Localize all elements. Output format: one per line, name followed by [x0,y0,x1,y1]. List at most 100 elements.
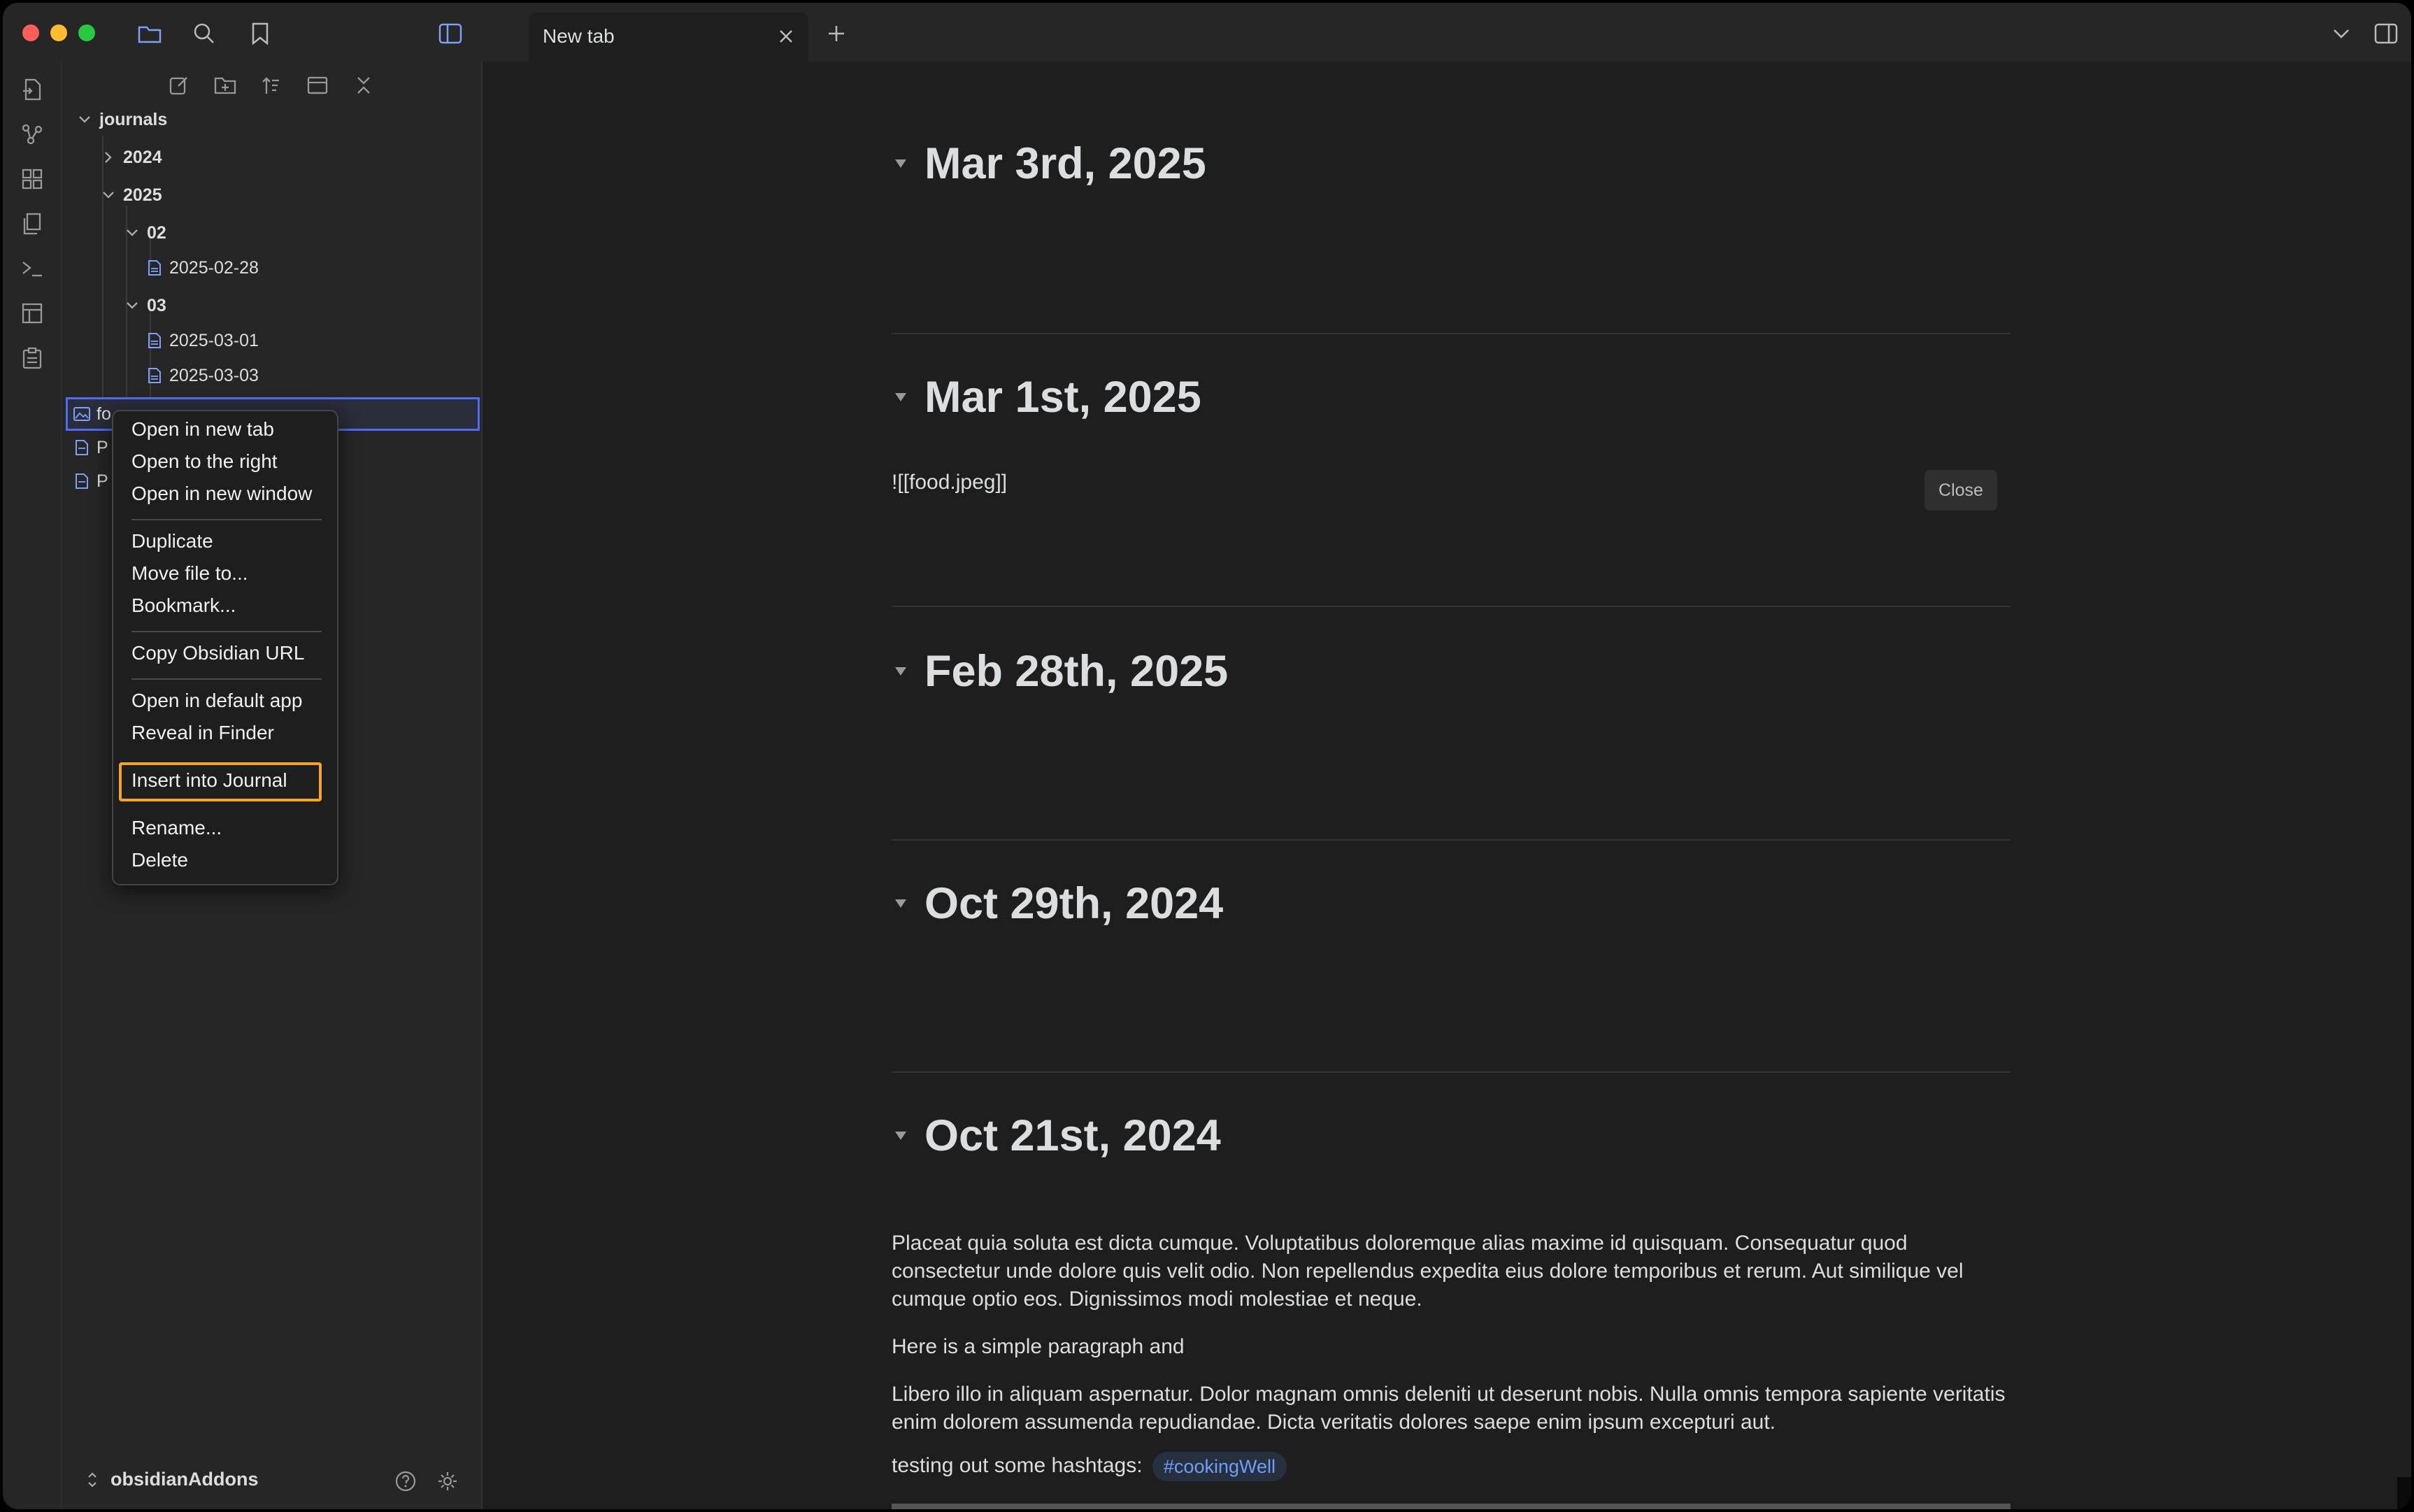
menu-separator [131,678,322,680]
hashtag-prefix: testing out some hashtags: [892,1454,1143,1477]
search-icon[interactable] [189,18,220,49]
right-sidebar-toggle-icon[interactable] [2371,18,2401,49]
menu-open-default-app[interactable]: Open in default app [131,690,302,712]
entry-title: Mar 3rd, 2025 [924,139,1206,188]
file-p2[interactable]: P [73,465,108,497]
file-label: 2025-02-28 [169,257,259,278]
vault-switcher[interactable]: obsidianAddons [87,1469,259,1490]
embedded-image-preview [892,1504,2011,1509]
chevron-right-icon [98,147,119,168]
image-file-icon [73,404,91,425]
collapse-triangle-icon[interactable] [890,152,912,175]
file-label: 2025-03-03 [169,365,259,385]
paragraph[interactable]: Here is a simple paragraph and [892,1333,2017,1361]
menu-copy-obsidian-url[interactable]: Copy Obsidian URL [131,642,304,664]
chevron-down-icon [74,109,95,130]
file-label: P [97,437,108,457]
new-note-icon[interactable] [164,70,194,101]
collapse-all-icon[interactable] [348,70,379,101]
title-bar: New tab [3,3,2411,62]
menu-duplicate[interactable]: Duplicate [131,530,213,552]
menu-open-new-tab[interactable]: Open in new tab [131,418,274,441]
close-tab-icon[interactable] [773,24,799,49]
settings-gear-icon[interactable] [434,1467,462,1495]
vault-chevron-updown-icon [87,1471,98,1489]
graph-view-icon[interactable] [17,119,48,150]
indent-guide [102,136,103,401]
file-icon [145,365,164,386]
collapse-triangle-icon[interactable] [890,892,912,915]
sidebar-toggle-icon[interactable] [435,18,466,49]
close-button[interactable]: Close [1924,470,1997,511]
file-food-image[interactable]: fo [73,398,111,430]
sort-icon[interactable] [256,70,287,101]
folder-label: 2025 [123,185,162,205]
entry-title: Feb 28th, 2025 [924,647,1229,696]
paragraph[interactable]: Placeat quia soluta est dicta cumque. Vo… [892,1229,2017,1313]
menu-separator [131,631,322,632]
image-embed-text[interactable]: ![[food.jpeg]] [892,469,2017,497]
file-icon [73,471,91,492]
menu-move-file[interactable]: Move file to... [131,562,248,585]
folder-label: 02 [147,222,166,243]
entry-divider [892,839,2011,841]
bookmark-icon[interactable] [245,18,276,49]
vault-name: obsidianAddons [110,1469,259,1490]
menu-delete[interactable]: Delete [131,849,188,871]
folder-02[interactable]: 02 [122,217,166,249]
menu-reveal-in-finder[interactable]: Reveal in Finder [131,722,274,744]
left-ribbon [3,62,62,1509]
auto-reveal-icon[interactable] [302,70,333,101]
journal-view: Mar 3rd, 2025 Mar 1st, 2025 ![[food.jpeg… [484,62,2411,1509]
calendar-icon[interactable] [17,343,48,373]
menu-insert-into-journal[interactable]: Insert into Journal [131,769,287,792]
help-icon[interactable] [392,1467,420,1495]
chevron-down-icon [122,295,143,316]
folder-journals[interactable]: journals [74,104,167,136]
hashtag-pill[interactable]: #cookingWell [1152,1452,1287,1482]
folder-2025[interactable]: 2025 [98,179,162,211]
file-2025-02-28[interactable]: 2025-02-28 [145,252,259,284]
menu-separator [131,519,322,520]
zoom-window-button[interactable] [78,24,95,41]
collapse-triangle-icon[interactable] [890,660,912,683]
paragraph[interactable]: Libero illo in aliquam aspernatur. Dolor… [892,1381,2017,1436]
entry-divider [892,1071,2011,1073]
folder-2024[interactable]: 2024 [98,141,162,173]
menu-open-right[interactable]: Open to the right [131,450,278,473]
menu-bookmark[interactable]: Bookmark... [131,594,236,617]
close-window-button[interactable] [22,24,39,41]
window-edge [2397,1477,2411,1509]
collapse-triangle-icon[interactable] [890,386,912,408]
folder-03[interactable]: 03 [122,290,166,322]
journal-entry-heading[interactable]: Oct 21st, 2024 [890,1111,1221,1161]
folder-icon[interactable] [134,18,165,49]
new-tab-plus-icon[interactable] [821,18,852,49]
canvas-icon[interactable] [17,164,48,194]
new-folder-icon[interactable] [210,70,241,101]
folder-label: journals [99,109,168,129]
entry-title: Oct 21st, 2024 [924,1111,1221,1160]
file-2025-03-03[interactable]: 2025-03-03 [145,359,259,392]
file-2025-03-01[interactable]: 2025-03-01 [145,324,259,357]
file-icon [145,257,164,278]
tab-new-tab[interactable]: New tab [529,13,808,62]
journal-entry-heading[interactable]: Feb 28th, 2025 [890,646,1228,697]
tab-title: New tab [543,25,615,47]
command-palette-icon[interactable] [17,253,48,284]
open-quick-switcher-icon[interactable] [17,74,48,105]
journal-entry-heading[interactable]: Oct 29th, 2024 [890,878,1223,929]
hashtag-line[interactable]: testing out some hashtags: #cookingWell [892,1452,2017,1482]
collapse-triangle-icon[interactable] [890,1125,912,1147]
entry-title: Oct 29th, 2024 [924,879,1224,928]
menu-rename[interactable]: Rename... [131,817,222,839]
tab-list-chevron-icon[interactable] [2326,18,2357,49]
minimize-window-button[interactable] [50,24,67,41]
journal-entry-heading[interactable]: Mar 3rd, 2025 [890,138,1206,189]
folder-label: 03 [147,295,166,315]
menu-open-new-window[interactable]: Open in new window [131,483,312,505]
templates-icon[interactable] [17,208,48,239]
file-p1[interactable]: P [73,432,108,464]
journal-entry-heading[interactable]: Mar 1st, 2025 [890,372,1201,422]
daily-notes-icon[interactable] [17,298,48,329]
